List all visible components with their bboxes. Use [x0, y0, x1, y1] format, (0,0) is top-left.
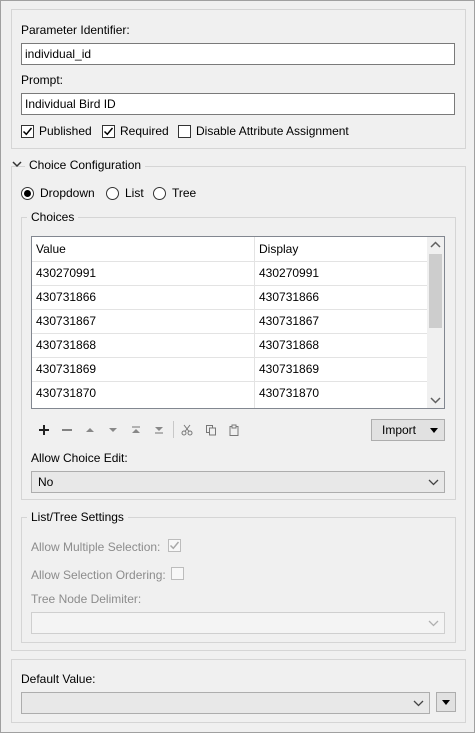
- allow-choice-edit-value: No: [38, 475, 54, 489]
- tree-radio-label: Tree: [172, 186, 197, 200]
- check-icon: [22, 127, 33, 136]
- table-vertical-scrollbar[interactable]: [427, 237, 444, 408]
- display-cell[interactable]: 430731870: [255, 382, 319, 404]
- value-cell[interactable]: 430731867: [32, 310, 96, 332]
- choices-title: Choices: [27, 210, 79, 224]
- copy-icon[interactable]: [203, 422, 219, 438]
- table-row[interactable]: 430731868 430731868: [32, 333, 428, 357]
- allow-selection-ordering-label: Allow Selection Ordering:: [31, 568, 166, 582]
- dropdown-radio[interactable]: [21, 187, 34, 200]
- paste-icon[interactable]: [226, 422, 242, 438]
- display-cell[interactable]: 430731869: [255, 358, 319, 380]
- scrollbar-thumb[interactable]: [429, 254, 442, 328]
- choices-table[interactable]: Value Display 430270991 430270991 430731…: [31, 236, 445, 409]
- default-value-menu-button[interactable]: [436, 692, 456, 712]
- required-label: Required: [120, 124, 169, 138]
- list-tree-settings-title: List/Tree Settings: [27, 510, 128, 524]
- list-radio-label: List: [125, 186, 144, 200]
- value-cell[interactable]: 430731870: [32, 382, 96, 404]
- check-icon: [103, 127, 114, 136]
- default-value-select[interactable]: [21, 692, 430, 714]
- chevron-down-icon: [428, 620, 439, 627]
- table-row[interactable]: 430731866 430731866: [32, 285, 428, 309]
- display-cell[interactable]: 430731866: [255, 286, 319, 308]
- allow-multiple-selection-checkbox[interactable]: [168, 539, 181, 552]
- toolbar-separator: [173, 421, 174, 438]
- parameter-editor-panel: Parameter Identifier: individual_id Prom…: [0, 0, 475, 733]
- table-row[interactable]: 430731869 430731869: [32, 357, 428, 381]
- import-button[interactable]: Import: [371, 419, 445, 441]
- parameter-identifier-label: Parameter Identifier:: [21, 23, 130, 37]
- cut-icon[interactable]: [179, 422, 195, 438]
- value-cell[interactable]: 430270991: [32, 262, 96, 284]
- value-cell[interactable]: 430731868: [32, 334, 96, 356]
- tree-node-delimiter-select[interactable]: [31, 612, 445, 634]
- prompt-label: Prompt:: [21, 73, 64, 87]
- minus-icon[interactable]: [59, 422, 75, 438]
- tree-radio[interactable]: [153, 187, 166, 200]
- allow-choice-edit-label: Allow Choice Edit:: [31, 451, 128, 465]
- published-checkbox[interactable]: [21, 125, 34, 138]
- scroll-up-icon[interactable]: [430, 241, 441, 249]
- parameter-identifier-input[interactable]: individual_id: [21, 43, 455, 65]
- move-top-icon[interactable]: [128, 422, 144, 438]
- published-label: Published: [39, 124, 92, 138]
- table-row[interactable]: 430731870 430731870: [32, 381, 428, 405]
- tree-node-delimiter-label: Tree Node Delimiter:: [31, 592, 142, 606]
- move-up-icon[interactable]: [82, 422, 98, 438]
- value-cell[interactable]: 430731866: [32, 286, 96, 308]
- value-cell[interactable]: 430731869: [32, 358, 96, 380]
- chevron-down-icon: [12, 161, 22, 168]
- column-header-value[interactable]: Value: [32, 237, 66, 261]
- move-down-icon[interactable]: [105, 422, 121, 438]
- disable-attribute-label: Disable Attribute Assignment: [196, 124, 349, 138]
- check-icon: [169, 541, 180, 550]
- disable-attribute-checkbox[interactable]: [178, 125, 191, 138]
- table-row[interactable]: 430270991 430270991: [32, 261, 428, 285]
- scroll-down-icon[interactable]: [430, 396, 441, 404]
- prompt-input[interactable]: Individual Bird ID: [21, 93, 455, 115]
- display-cell[interactable]: 430731867: [255, 310, 319, 332]
- column-header-display[interactable]: Display: [255, 237, 298, 261]
- allow-selection-ordering-checkbox[interactable]: [171, 567, 184, 580]
- table-row[interactable]: 430731867 430731867: [32, 309, 428, 333]
- plus-icon[interactable]: [36, 422, 52, 438]
- choice-configuration-title: Choice Configuration: [25, 158, 146, 172]
- import-button-label: Import: [382, 423, 417, 437]
- display-cell[interactable]: 430270991: [255, 262, 319, 284]
- required-checkbox[interactable]: [102, 125, 115, 138]
- collapse-section-button[interactable]: [11, 158, 25, 172]
- chevron-down-icon: [413, 700, 424, 707]
- display-cell[interactable]: 430731868: [255, 334, 319, 356]
- dropdown-arrow-icon: [430, 428, 438, 433]
- default-value-label: Default Value:: [21, 672, 96, 686]
- dropdown-radio-label: Dropdown: [40, 186, 95, 200]
- chevron-down-icon: [428, 479, 439, 486]
- allow-choice-edit-select[interactable]: No: [31, 471, 445, 493]
- list-radio[interactable]: [106, 187, 119, 200]
- allow-multiple-selection-label: Allow Multiple Selection:: [31, 540, 161, 554]
- move-bottom-icon[interactable]: [151, 422, 167, 438]
- dropdown-arrow-icon: [442, 700, 450, 705]
